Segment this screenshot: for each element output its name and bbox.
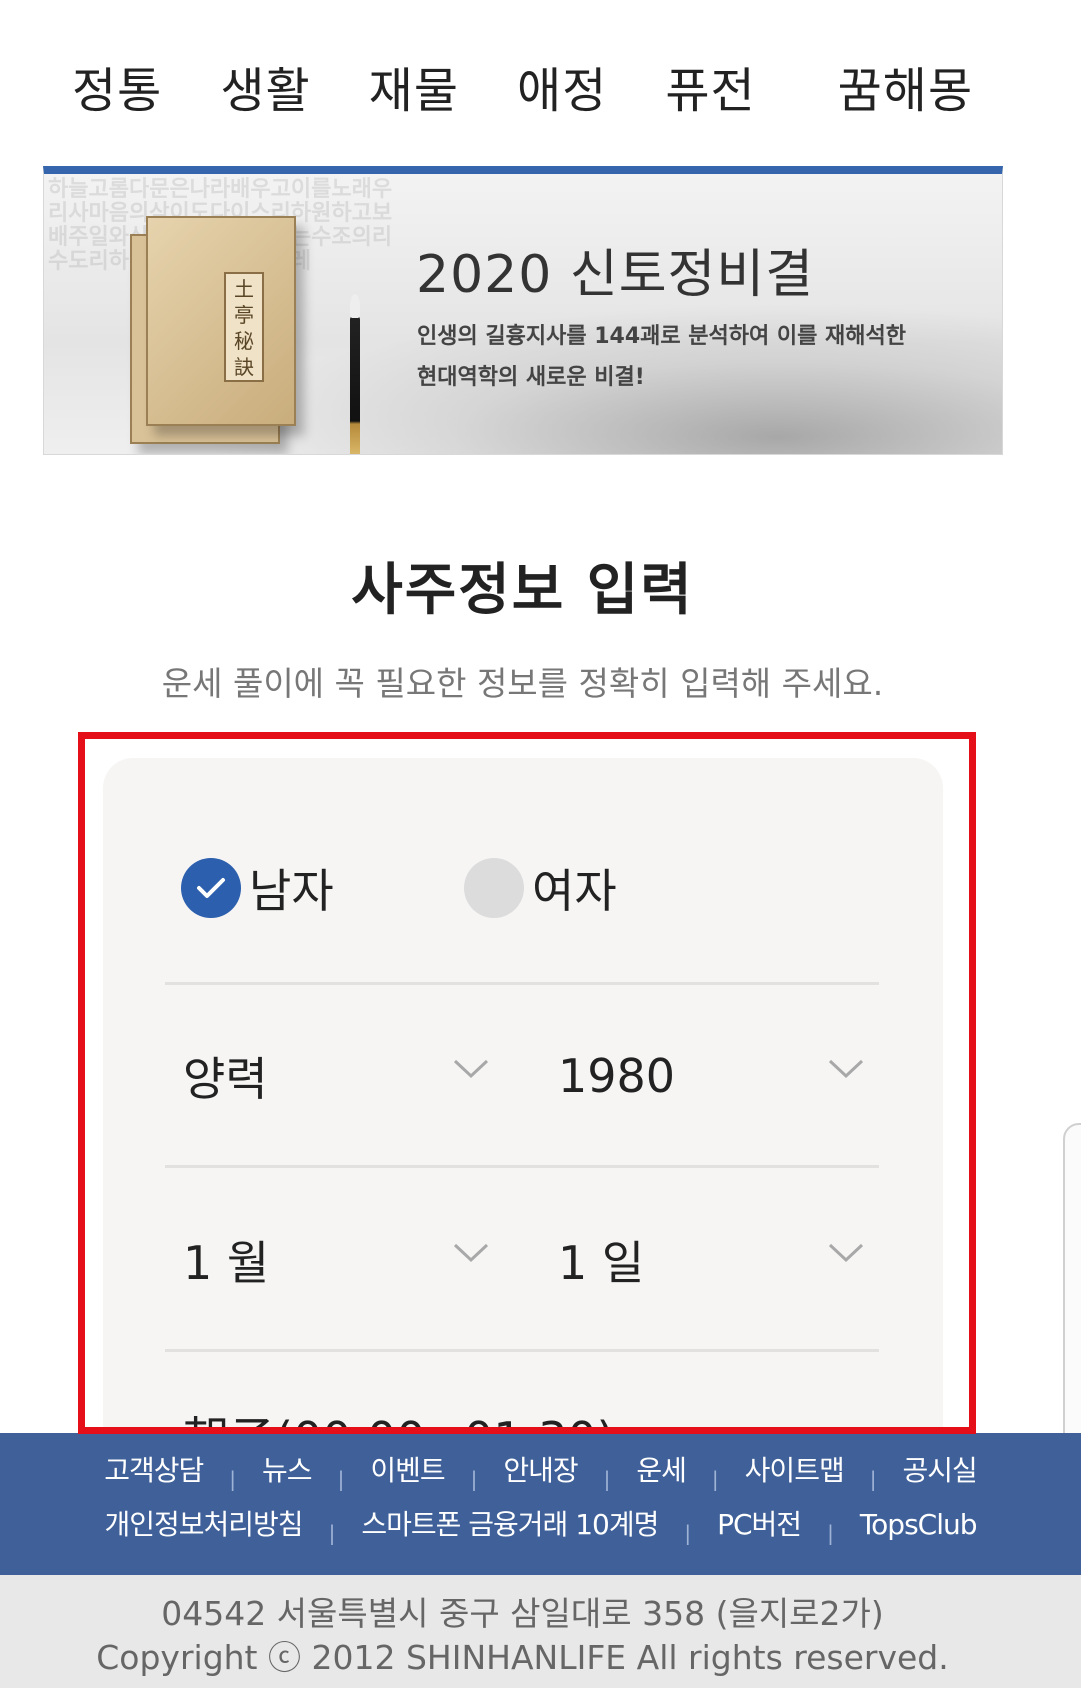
divider	[165, 982, 879, 985]
calendar-type-value: 양력	[183, 1052, 268, 1106]
footer-link-topsclub[interactable]: TopsClub	[860, 1508, 978, 1541]
page: 정통 생활 재물 애정 퓨전 꿈해몽 하늘고롬다문은나라배우고이를노래우리사마음…	[0, 0, 1081, 1688]
footer-link-event[interactable]: 이벤트	[370, 1454, 445, 1487]
footer-link-smartphone-rules[interactable]: 스마트폰 금융거래 10계명	[361, 1508, 659, 1541]
birth-year-select[interactable]: 1980	[558, 1041, 868, 1111]
book-front-cover	[146, 216, 296, 426]
banner-subtitle-line1: 인생의 길흉지사를 144괘로 분석하여 이를 재해석한	[417, 324, 907, 349]
footer-links-row2: 개인정보처리방침 | 스마트폰 금융거래 10계명 | PC버전 | TopsClub	[0, 1503, 1081, 1545]
birth-day-select[interactable]: 1 일	[558, 1225, 868, 1295]
separator: |	[869, 1467, 877, 1491]
separator: |	[711, 1467, 719, 1491]
birth-month-value: 1 월	[183, 1236, 270, 1290]
brush-icon	[350, 294, 360, 454]
radio-unchecked-icon	[464, 858, 524, 918]
tab-wealth[interactable]: 재물	[369, 56, 459, 126]
gender-radio-group: 남자 여자	[181, 856, 821, 920]
footer-link-sitemap[interactable]: 사이트맵	[745, 1454, 845, 1487]
footer-info: 04542 서울특별시 중구 삼일대로 358 (을지로2가) Copyrigh…	[0, 1575, 1081, 1688]
tab-life[interactable]: 생활	[220, 56, 310, 126]
footer-link-privacy[interactable]: 개인정보처리방침	[104, 1508, 303, 1541]
chevron-down-icon	[453, 1059, 489, 1083]
saju-form: 남자 여자 양력 1980 1 월 1 일	[103, 758, 943, 1466]
gender-male-radio[interactable]: 남자	[181, 856, 334, 920]
footer-link-notice[interactable]: 안내장	[503, 1454, 578, 1487]
divider	[165, 1349, 879, 1352]
separator: |	[684, 1521, 692, 1545]
gender-male-label: 남자	[249, 864, 334, 918]
tab-love[interactable]: 애정	[517, 56, 607, 126]
footer-link-fortune[interactable]: 운세	[636, 1454, 687, 1487]
separator: |	[603, 1467, 611, 1491]
book-title-label: 土亭秘訣	[224, 272, 264, 382]
chevron-down-icon	[453, 1243, 489, 1267]
calendar-type-select[interactable]: 양력	[183, 1041, 489, 1111]
footer-link-pc-version[interactable]: PC버전	[717, 1508, 802, 1541]
footer-links-row1: 고객상담 | 뉴스 | 이벤트 | 안내장 | 운세 | 사이트맵 | 공시실	[0, 1449, 1081, 1491]
section-description: 운세 풀이에 꼭 필요한 정보를 정확히 입력해 주세요.	[161, 664, 884, 703]
scroll-handle[interactable]	[1063, 1123, 1081, 1483]
book-illustration: 土亭秘訣	[108, 216, 360, 454]
footer-address: 04542 서울특별시 중구 삼일대로 358 (을지로2가)	[161, 1594, 884, 1633]
birth-year-value: 1980	[558, 1049, 676, 1103]
birth-month-select[interactable]: 1 월	[183, 1225, 489, 1295]
tab-fusion[interactable]: 퓨전	[665, 56, 755, 126]
birth-day-value: 1 일	[558, 1236, 645, 1290]
separator: |	[229, 1467, 237, 1491]
gender-female-label: 여자	[532, 864, 617, 918]
separator: |	[337, 1467, 345, 1491]
separator: |	[470, 1467, 478, 1491]
check-icon	[181, 858, 241, 918]
banner-subtitle-line2: 현대역학의 새로운 비결!	[417, 365, 645, 390]
section-title: 사주정보 입력	[351, 558, 694, 623]
footer-link-news[interactable]: 뉴스	[262, 1454, 313, 1487]
footer-link-disclosure[interactable]: 공시실	[902, 1454, 977, 1487]
separator: |	[328, 1521, 336, 1545]
divider	[165, 1165, 879, 1168]
chevron-down-icon	[828, 1243, 864, 1267]
tab-dream[interactable]: 꿈해몽	[838, 56, 973, 126]
footer-link-customer-service[interactable]: 고객상담	[104, 1454, 204, 1487]
chevron-down-icon	[828, 1059, 864, 1083]
category-tabs: 정통 생활 재물 애정 퓨전 꿈해몽	[72, 56, 973, 126]
separator: |	[827, 1521, 834, 1545]
footer-copyright: Copyright ⓒ 2012 SHINHANLIFE All rights …	[96, 1638, 949, 1677]
footer-links-bar: 고객상담 | 뉴스 | 이벤트 | 안내장 | 운세 | 사이트맵 | 공시실 개인정보처리방침 | 스마트…	[0, 1433, 1081, 1575]
banner-title: 2020 신토정비결	[416, 245, 815, 305]
tab-jeongtong[interactable]: 정통	[72, 56, 162, 126]
tojeong-banner[interactable]: 하늘고롬다문은나라배우고이를노래우리사마음의삼이도다이스리하원하고보배주일와삼아…	[43, 166, 1003, 455]
gender-female-radio[interactable]: 여자	[464, 856, 617, 920]
